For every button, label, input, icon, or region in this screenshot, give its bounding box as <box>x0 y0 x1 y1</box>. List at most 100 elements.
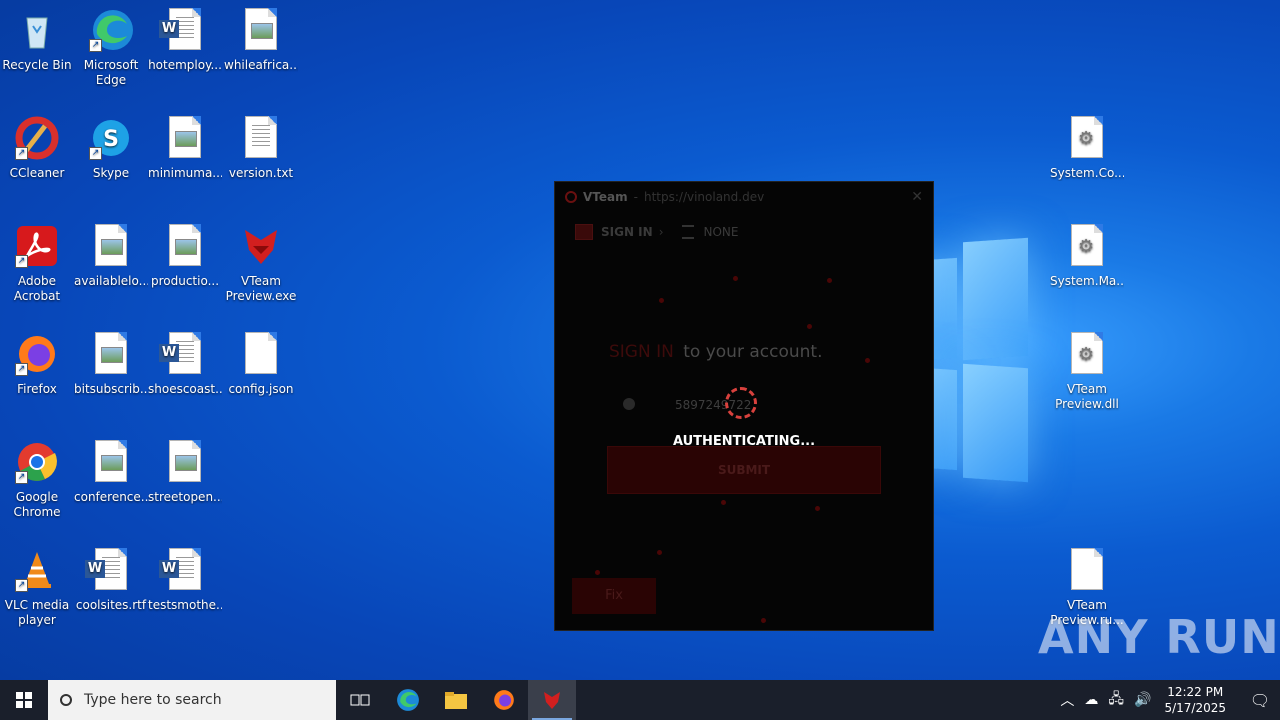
particle <box>761 618 766 623</box>
desktop-icon-version-txt[interactable]: version.txt <box>224 116 298 181</box>
clock-date: 5/17/2025 <box>1164 701 1226 715</box>
word-document-icon: W <box>159 8 207 52</box>
skype-icon: S ↗ <box>89 116 133 160</box>
vteam-window: VTeam - https://vinoland.dev ✕ SIGN IN ›… <box>554 181 934 631</box>
desktop-icon-whileafrica[interactable]: whileafrica.... <box>224 8 298 73</box>
user-icon <box>623 398 635 410</box>
desktop-icon-streetopen[interactable]: streetopen.... <box>148 440 222 505</box>
desktop-icon-conference[interactable]: conference... <box>74 440 148 505</box>
close-button[interactable]: ✕ <box>911 189 923 205</box>
icon-label: bitsubscrib... <box>74 382 148 396</box>
fix-button[interactable]: Fix <box>572 578 656 614</box>
blank-file-icon <box>239 332 283 376</box>
desktop-icon-adobe-acrobat[interactable]: ↗ Adobe Acrobat <box>0 224 74 304</box>
start-button[interactable] <box>0 680 48 720</box>
desktop-icon-minimuma[interactable]: minimuma... <box>148 116 222 181</box>
desktop-icon-ccleaner[interactable]: ↗ CCleaner <box>0 116 74 181</box>
particle <box>733 276 738 281</box>
taskbar: Type here to search ︿ ☁ 🖧 🔊 12:22 PM 5/1… <box>0 680 1280 720</box>
windows-logo-icon <box>16 692 32 708</box>
notification-icon[interactable]: 🗨 <box>1240 691 1280 710</box>
taskbar-edge[interactable] <box>384 680 432 720</box>
fox-logo-icon <box>239 224 283 268</box>
icon-label: streetopen.... <box>148 490 222 504</box>
desktop-icon-testsmothe[interactable]: W testsmothe... <box>148 548 222 613</box>
desktop-icon-availablelo[interactable]: availablelo... <box>74 224 148 289</box>
desktop-icon-shoescoast[interactable]: W shoescoast... <box>148 332 222 397</box>
desktop-icon-config-json[interactable]: config.json <box>224 332 298 397</box>
submit-button[interactable]: SUBMIT <box>607 446 881 494</box>
heading-highlight: SIGN IN <box>609 342 674 362</box>
icon-label: hotemploy... <box>148 58 222 72</box>
desktop-icon-system-co[interactable]: ⚙ System.Co... <box>1050 116 1124 181</box>
shortcut-arrow-icon: ↗ <box>15 255 28 268</box>
desktop-icon-bitsubscrib[interactable]: bitsubscrib... <box>74 332 148 397</box>
shortcut-arrow-icon: ↗ <box>89 147 102 160</box>
particle <box>807 324 812 329</box>
word-document-icon: W <box>85 548 133 592</box>
menu-icon[interactable] <box>575 224 593 240</box>
image-file-icon <box>163 116 207 160</box>
desktop-icon-recycle-bin[interactable]: Recycle Bin <box>0 8 74 73</box>
desktop-icon-firefox[interactable]: ↗ Firefox <box>0 332 74 397</box>
recycle-bin-icon <box>15 8 59 52</box>
desktop-icon-vteam-dll[interactable]: ⚙ VTeam Preview.dll <box>1050 332 1124 412</box>
desktop-icon-coolsites[interactable]: W coolsites.rtf <box>74 548 148 613</box>
volume-icon[interactable]: 🔊 <box>1134 692 1151 708</box>
icon-label: availablelo... <box>74 274 148 288</box>
image-file-icon <box>163 224 207 268</box>
settings-file-icon: ⚙ <box>1065 224 1109 268</box>
edge-icon: ↗ <box>89 8 133 52</box>
icon-label: System.Co... <box>1050 166 1124 180</box>
gear-icon: ⚙ <box>1078 236 1095 257</box>
vlc-cone-icon: ↗ <box>15 548 59 592</box>
acrobat-icon: ↗ <box>15 224 59 268</box>
icon-label: coolsites.rtf <box>75 598 147 612</box>
image-file-icon <box>89 440 133 484</box>
firefox-icon <box>494 690 514 710</box>
taskbar-firefox[interactable] <box>480 680 528 720</box>
taskbar-vteam[interactable] <box>528 680 576 720</box>
icon-label: CCleaner <box>9 166 65 180</box>
desktop-icon-skype[interactable]: S ↗ Skype <box>74 116 148 181</box>
image-file-icon <box>89 332 133 376</box>
chevron-up-icon[interactable]: ︿ <box>1060 690 1074 710</box>
task-view-icon <box>350 694 370 706</box>
taskbar-search-box[interactable]: Type here to search <box>48 680 336 720</box>
image-file-icon <box>239 8 283 52</box>
shortcut-arrow-icon: ↗ <box>89 39 102 52</box>
image-file-icon <box>89 224 133 268</box>
icon-label: whileafrica.... <box>224 58 298 72</box>
desktop-icon-vlc[interactable]: ↗ VLC media player <box>0 548 74 628</box>
icon-label: Skype <box>92 166 130 180</box>
taskbar-clock[interactable]: 12:22 PM 5/17/2025 <box>1164 684 1226 716</box>
onedrive-icon[interactable]: ☁ <box>1084 692 1098 708</box>
desktop-icon-edge[interactable]: ↗ Microsoft Edge <box>74 8 148 88</box>
signin-heading: SIGN IN to your account. <box>609 342 822 362</box>
loading-spinner-icon <box>725 387 757 419</box>
desktop-icon-vteam-exe[interactable]: VTeam Preview.exe <box>224 224 298 304</box>
icon-label: Microsoft Edge <box>83 58 139 87</box>
particle <box>595 570 600 575</box>
particle <box>815 506 820 511</box>
authenticating-status: AUTHENTICATING... <box>672 434 816 449</box>
desktop-icon-productio[interactable]: productio... <box>148 224 222 289</box>
particle <box>721 500 726 505</box>
window-title: VTeam <box>583 190 628 204</box>
taskbar-file-explorer[interactable] <box>432 680 480 720</box>
list-icon <box>681 225 694 239</box>
desktop-icon-hotemploy[interactable]: W hotemploy... <box>148 8 222 73</box>
desktop-icon-google-chrome[interactable]: ↗ Google Chrome <box>0 440 74 520</box>
gear-icon: ⚙ <box>1078 128 1095 149</box>
vteam-logo-icon <box>565 191 577 203</box>
nav-signin[interactable]: SIGN IN <box>601 225 653 239</box>
chrome-icon: ↗ <box>15 440 59 484</box>
nav-none[interactable]: NONE <box>704 225 739 239</box>
desktop-icon-system-ma[interactable]: ⚙ System.Ma... <box>1050 224 1124 289</box>
search-placeholder: Type here to search <box>84 692 222 708</box>
icon-label: VTeam Preview.dll <box>1055 382 1119 411</box>
network-icon[interactable]: 🖧 <box>1108 688 1124 712</box>
fox-logo-icon <box>544 692 560 709</box>
window-titlebar: VTeam - https://vinoland.dev ✕ <box>555 182 933 212</box>
task-view-button[interactable] <box>336 680 384 720</box>
